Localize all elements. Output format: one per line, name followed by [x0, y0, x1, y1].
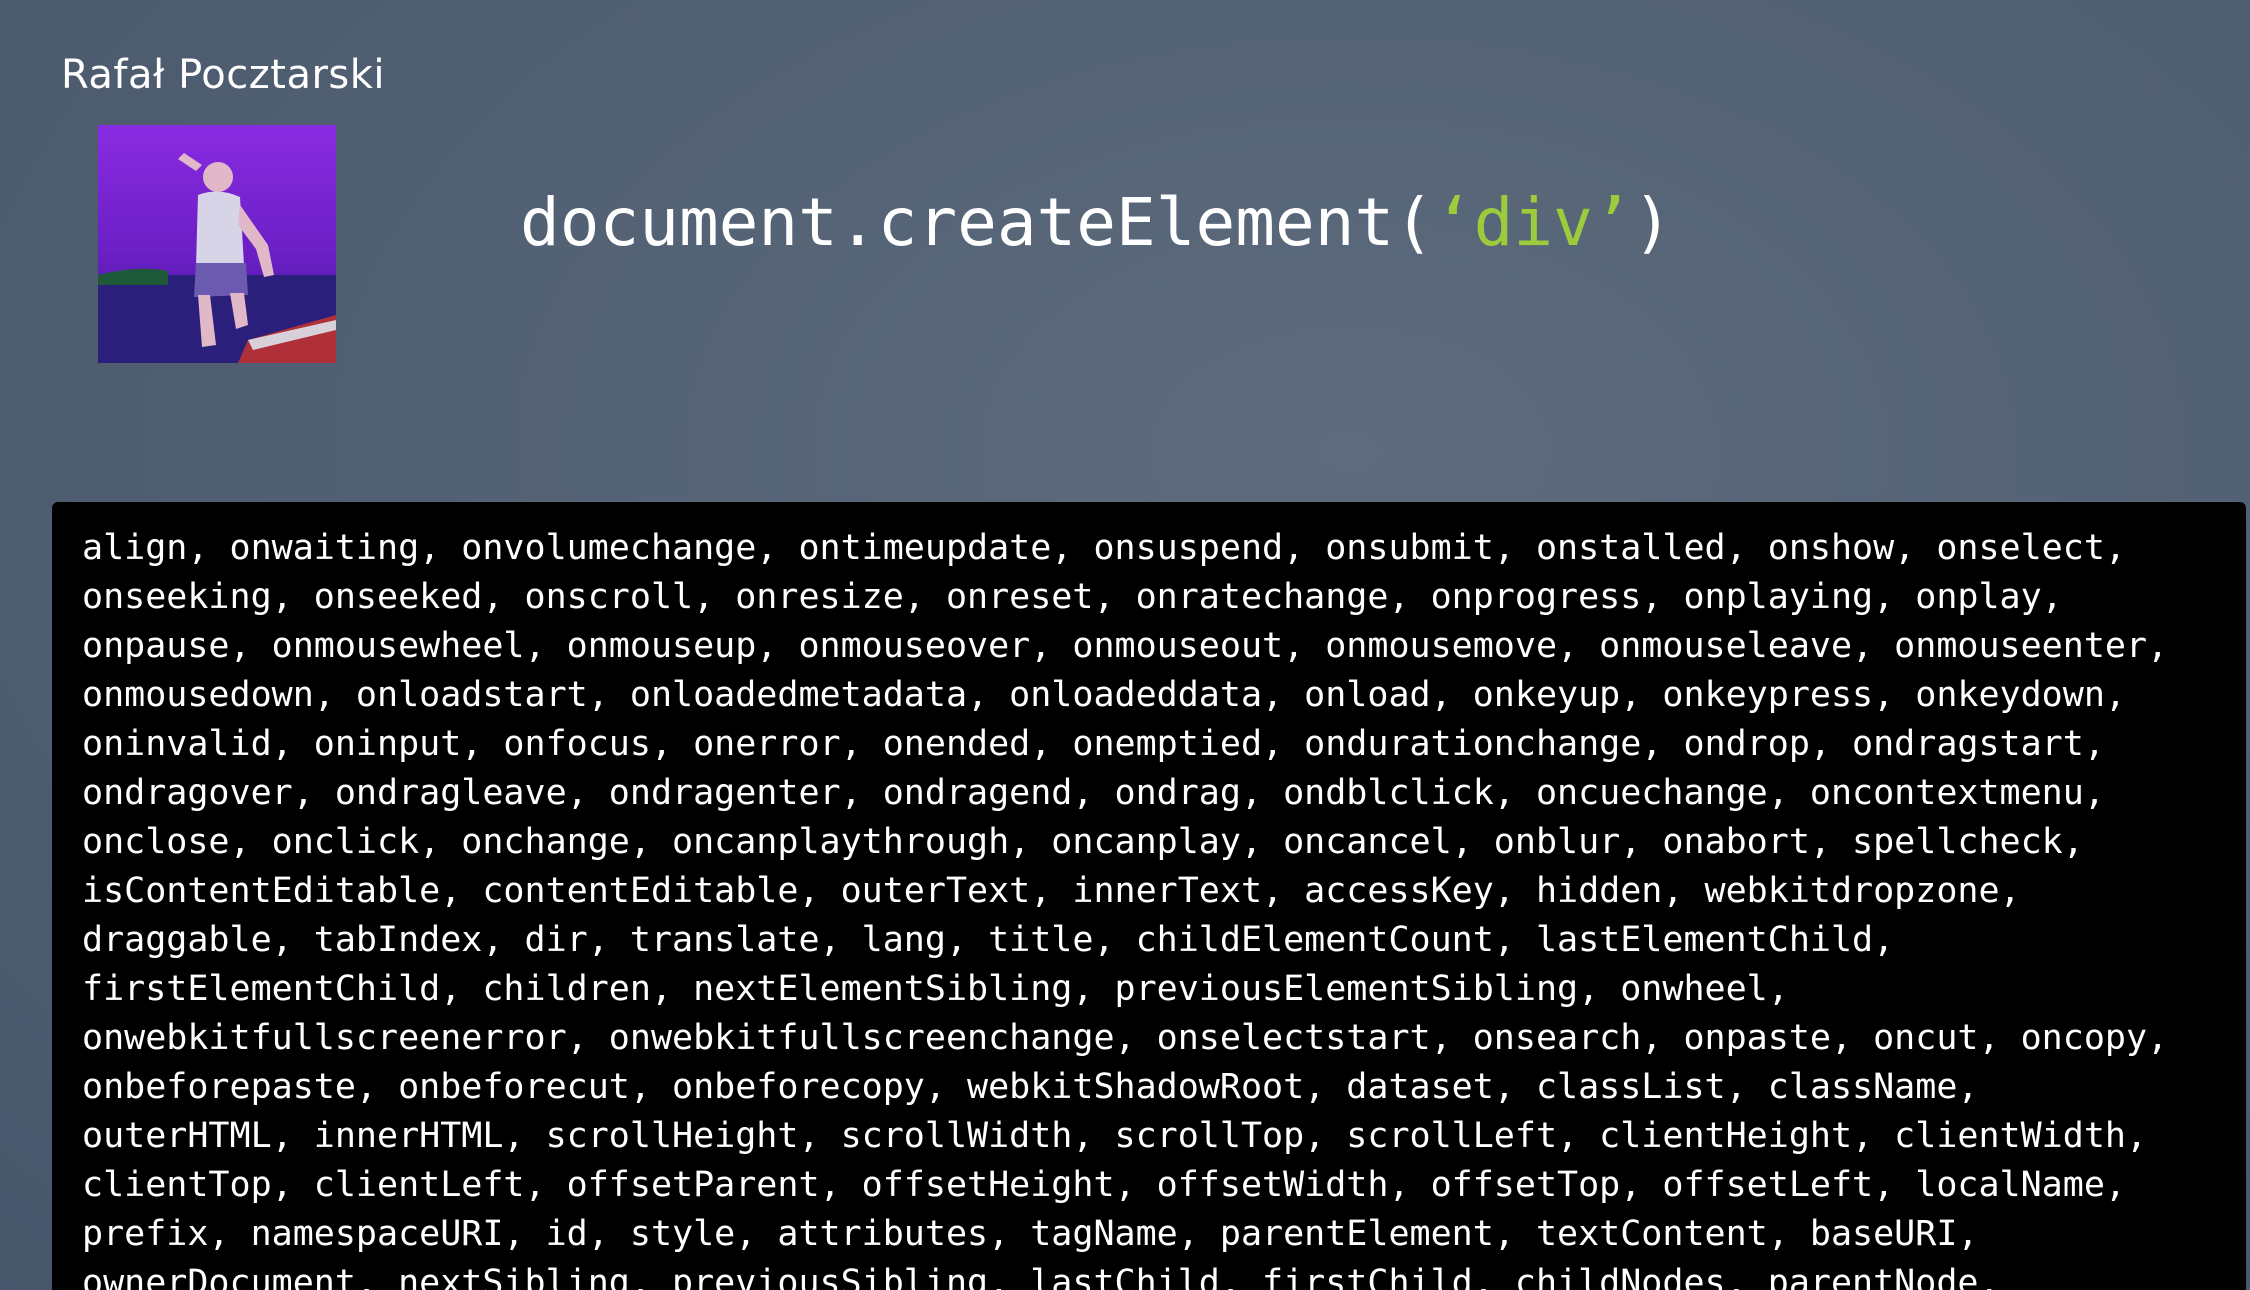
code-heading-argument: ‘div’ — [1433, 184, 1633, 261]
console-line: draggable, tabIndex, dir, translate, lan… — [82, 920, 1895, 960]
console-line: onseeking, onseeked, onscroll, onresize,… — [82, 577, 2063, 617]
console-line: isContentEditable, contentEditable, oute… — [82, 871, 2021, 911]
console-line: onpause, onmousewheel, onmouseup, onmous… — [82, 626, 2169, 666]
console-line: outerHTML, innerHTML, scrollHeight, scro… — [82, 1116, 2148, 1156]
console-line: align, onwaiting, onvolumechange, ontime… — [82, 528, 2126, 568]
speaker-photo — [98, 125, 336, 363]
console-line: onwebkitfullscreenerror, onwebkitfullscr… — [82, 1018, 2169, 1058]
console-line: firstElementChild, children, nextElement… — [82, 969, 1789, 1009]
console-line: onbeforepaste, onbeforecut, onbeforecopy… — [82, 1067, 1979, 1107]
console-line: ownerDocument, nextSibling, previousSibl… — [82, 1263, 2000, 1290]
speaker-name: Rafał Pocztarski — [61, 52, 386, 98]
code-heading: document.createElement(‘div’) — [520, 190, 1672, 256]
code-heading-prefix: document.createElement( — [520, 184, 1434, 261]
code-heading-suffix: ) — [1632, 184, 1673, 261]
console-line: onclose, onclick, onchange, oncanplaythr… — [82, 822, 2084, 862]
console-line: oninvalid, oninput, onfocus, onerror, on… — [82, 724, 2105, 764]
console-line: ondragover, ondragleave, ondragenter, on… — [82, 773, 2105, 813]
console-output: align, onwaiting, onvolumechange, ontime… — [52, 502, 2246, 1290]
console-line: prefix, namespaceURI, id, style, attribu… — [82, 1214, 1979, 1254]
console-line: clientTop, clientLeft, offsetParent, off… — [82, 1165, 2126, 1205]
console-line: onmousedown, onloadstart, onloadedmetada… — [82, 675, 2126, 715]
